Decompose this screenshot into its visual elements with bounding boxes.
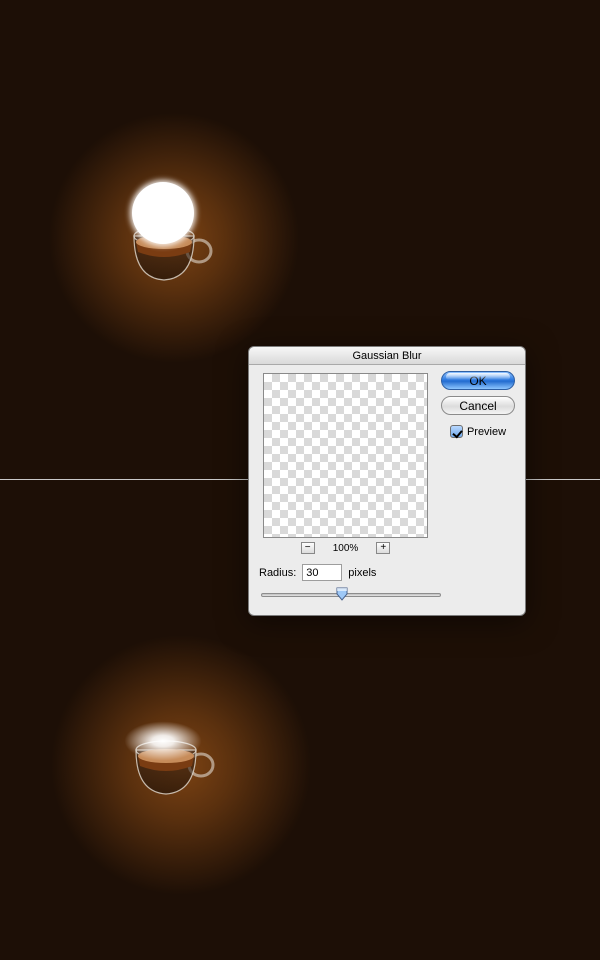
zoom-in-button[interactable]: + (376, 542, 390, 554)
preview-checkbox[interactable] (450, 425, 463, 438)
canvas: Gaussian Blur − 100% + Radius: pixels (0, 0, 600, 960)
dialog-title[interactable]: Gaussian Blur (249, 347, 525, 365)
dialog-buttons: OK Cancel Preview (441, 371, 515, 438)
coffee-cup-bottom (126, 732, 216, 802)
gaussian-blur-dialog: Gaussian Blur − 100% + Radius: pixels (248, 346, 526, 616)
highlight-unblurred (132, 182, 194, 244)
zoom-out-button[interactable]: − (301, 542, 315, 554)
slider-thumb[interactable] (336, 587, 348, 601)
radius-unit: pixels (348, 567, 376, 579)
radius-label: Radius: (259, 567, 296, 579)
cancel-button[interactable]: Cancel (441, 396, 515, 415)
radius-input[interactable] (302, 564, 342, 581)
preview-thumbnail[interactable] (263, 373, 428, 538)
dialog-body: − 100% + Radius: pixels OK (249, 365, 525, 615)
zoom-level: 100% (333, 543, 359, 554)
zoom-row: − 100% + (259, 542, 432, 554)
radius-row: Radius: pixels (259, 564, 515, 581)
preview-checkbox-row[interactable]: Preview (450, 425, 506, 438)
ok-button[interactable]: OK (441, 371, 515, 390)
slider-track (261, 593, 441, 597)
radius-slider[interactable] (261, 587, 441, 603)
preview-checkbox-label: Preview (467, 426, 506, 438)
